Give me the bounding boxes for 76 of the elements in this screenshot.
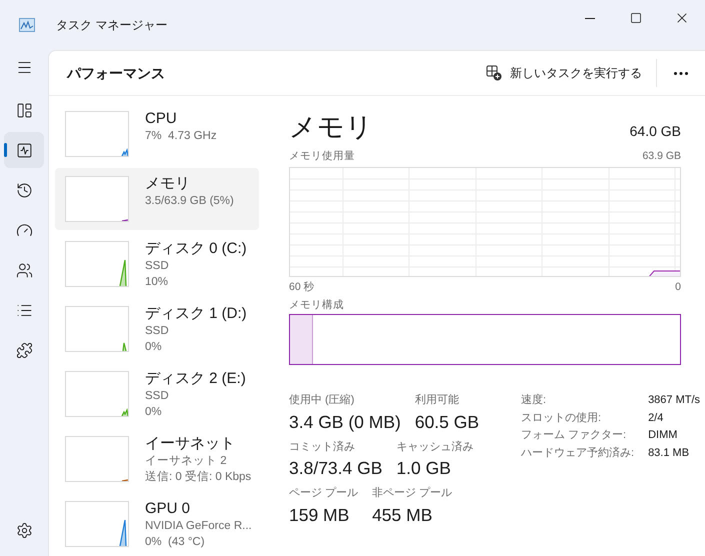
- resource-detail: 0%: [145, 340, 163, 355]
- composition-label: メモリ構成: [289, 298, 345, 312]
- spec-value: 83.1 MB: [648, 446, 690, 461]
- nav-tab[interactable]: [4, 132, 44, 168]
- usage-graph: [65, 436, 129, 482]
- time-end-label: 0: [675, 280, 681, 295]
- resource-detail: 7% 4.73 GHz: [145, 129, 217, 144]
- gauge-icon: [16, 222, 32, 238]
- pulse-icon: [16, 142, 32, 158]
- spec-label: フォーム ファクター:: [521, 428, 628, 444]
- resource-detail: 3.5/63.9 GB (5%): [145, 194, 234, 209]
- settings-icon: [16, 522, 32, 538]
- run-task-button[interactable]: 新しいタスクを実行する: [478, 57, 650, 89]
- resource-item[interactable]: イーサネット イーサネット 2 送信: 0 受信: 0 Kbps: [55, 428, 259, 490]
- spec-value: DIMM: [648, 428, 678, 444]
- usage-graph: [65, 371, 129, 417]
- spec-value: 2/4: [648, 410, 664, 426]
- stat-label: 使用中 (圧縮): [289, 392, 356, 408]
- usage-graph: [65, 306, 129, 352]
- resource-item[interactable]: メモリ 3.5/63.9 GB (5%): [55, 168, 259, 230]
- chart-label: メモリ使用量: [289, 149, 355, 164]
- page-title: パフォーマンス: [67, 64, 165, 82]
- stat-value: 3.8/73.4 GB: [289, 457, 382, 480]
- resource-name: ディスク 1 (D:): [145, 304, 247, 323]
- resource-item[interactable]: ディスク 1 (D:) SSD 0%: [55, 298, 259, 360]
- app-icon: [19, 18, 35, 32]
- spec-label: 速度:: [521, 392, 548, 408]
- window-title: タスク マネージャー: [56, 17, 168, 34]
- selection-indicator: [4, 143, 7, 157]
- stat-value: 159 MB: [289, 504, 350, 527]
- stat-label: 利用可能: [414, 393, 460, 408]
- resource-detail: 10%: [145, 275, 170, 290]
- usage-graph: [65, 501, 129, 547]
- resource-detail: 0%: [145, 405, 163, 420]
- spec-label: スロットの使用:: [521, 410, 602, 426]
- resource-detail: SSD: [145, 259, 170, 274]
- spec-label: ハードウェア予約済み:: [521, 446, 634, 461]
- new-task-icon: [486, 65, 502, 81]
- more-icon: [674, 72, 688, 74]
- resource-detail: SSD: [145, 324, 170, 339]
- stat-value: 3.4 GB (0 MB): [289, 410, 401, 434]
- resource-name: イーサネット: [145, 434, 236, 453]
- resource-name: GPU 0: [145, 499, 192, 518]
- stat-label: コミット済み: [289, 440, 356, 455]
- resource-item[interactable]: ディスク 0 (C:) SSD 10%: [55, 233, 259, 295]
- stat-label: ページ プール: [289, 486, 358, 502]
- stat-value: 1.0 GB: [396, 457, 452, 480]
- stat-label: キャッシュ済み: [396, 440, 474, 455]
- resource-item[interactable]: CPU 7% 4.73 GHz: [55, 103, 259, 165]
- resource-item[interactable]: ディスク 2 (E:) SSD 0%: [55, 363, 259, 425]
- history-icon: [16, 182, 32, 198]
- panels-icon: [16, 102, 32, 118]
- users-icon: [16, 262, 32, 278]
- usage-graph: [65, 241, 129, 287]
- resource-name: ディスク 0 (C:): [145, 239, 247, 258]
- resource-detail: NVIDIA GeForce R...: [145, 519, 252, 534]
- stat-value: 60.5 GB: [414, 410, 480, 434]
- resource-name: CPU: [145, 109, 178, 128]
- resource-item[interactable]: GPU 0 NVIDIA GeForce R... 0% (43 °C): [55, 493, 259, 555]
- resource-detail: 0% (43 °C): [145, 535, 206, 550]
- maximize-icon: [630, 12, 642, 24]
- time-start-label: 60 秒: [289, 280, 315, 295]
- resource-detail: SSD: [145, 389, 170, 404]
- detail-title: メモリ: [289, 111, 373, 144]
- total-memory: 64.0 GB: [630, 122, 681, 141]
- resource-name: ディスク 2 (E:): [145, 369, 246, 388]
- stat-label: 非ページ プール: [372, 486, 452, 502]
- resource-detail: 送信: 0 受信: 0 Kbps: [145, 469, 252, 485]
- resource-detail: イーサネット 2: [145, 454, 228, 469]
- usage-graph: [65, 176, 129, 222]
- resource-name: メモリ: [145, 174, 191, 193]
- usage-graph: [65, 111, 129, 157]
- puzzle-icon: [16, 342, 32, 358]
- spec-value: 3867 MT/s: [648, 393, 700, 408]
- stat-value: 455 MB: [372, 504, 434, 527]
- chart-max: 63.9 GB: [642, 149, 681, 164]
